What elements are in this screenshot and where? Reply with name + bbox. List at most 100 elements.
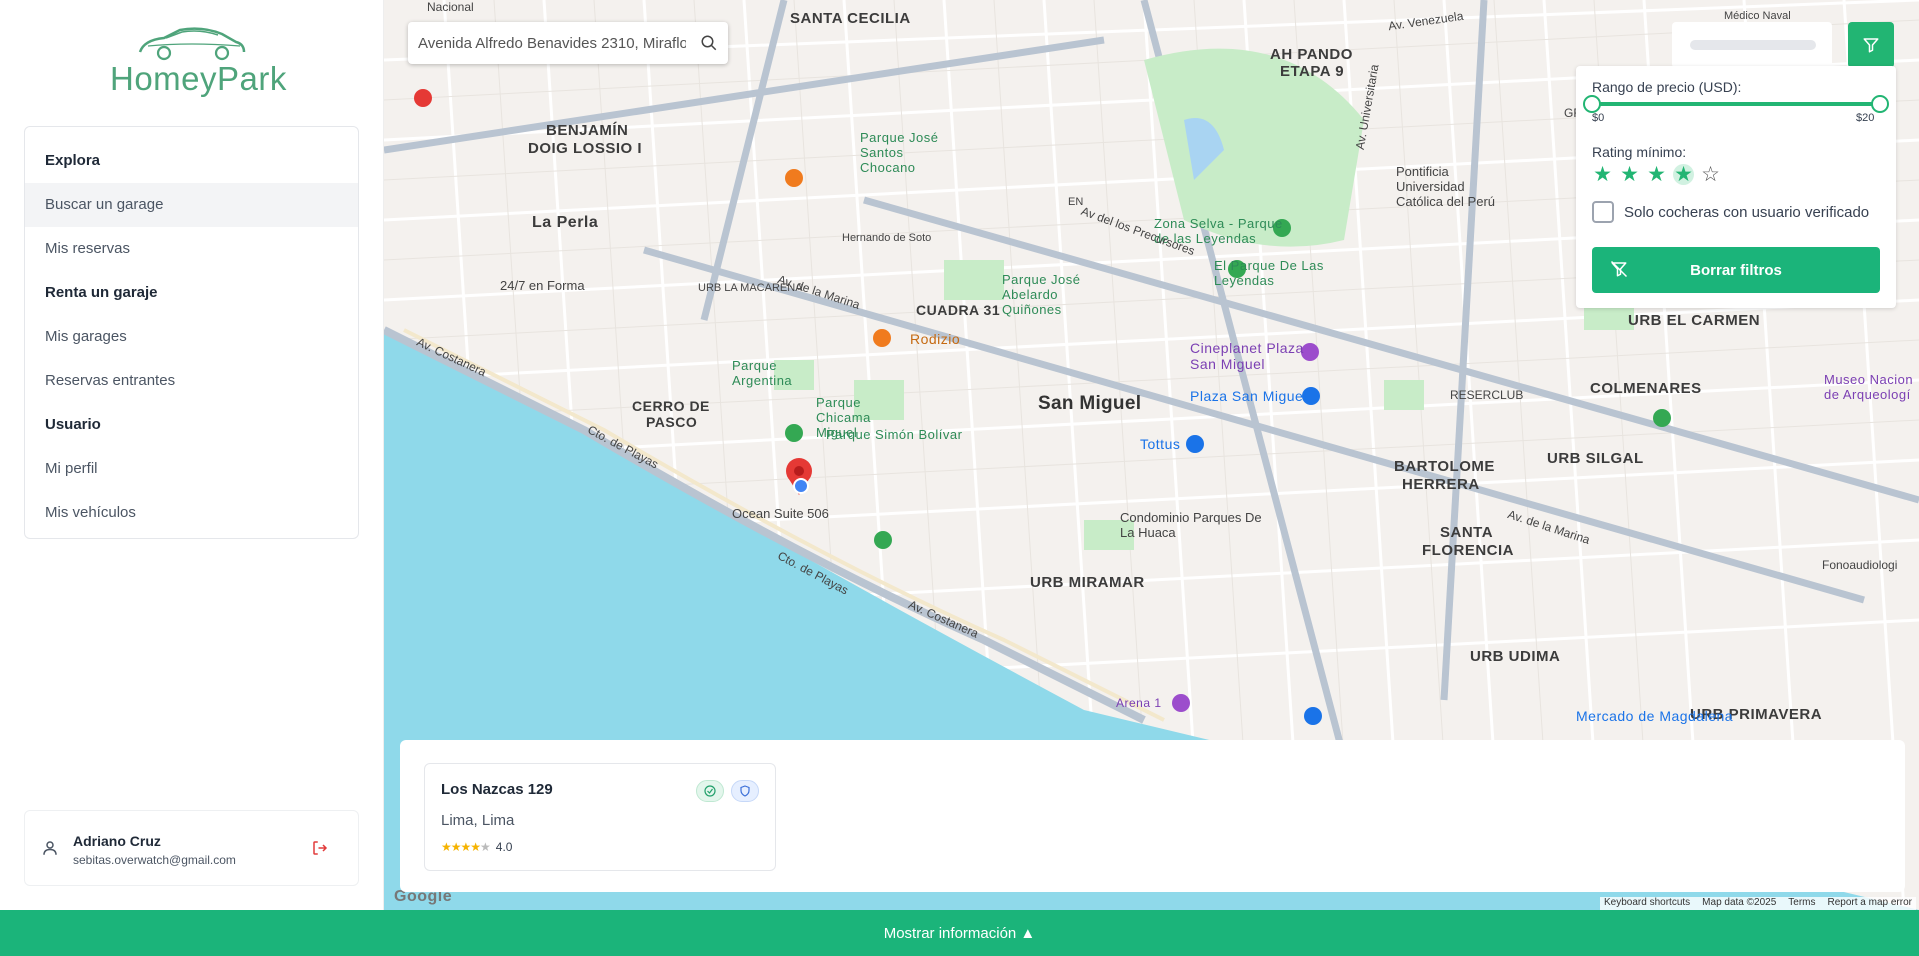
map-label-san-miguel: San Miguel [1038, 393, 1142, 414]
map-label-santa-cecilia: SANTA CECILIA [790, 10, 911, 27]
clear-filters-button[interactable]: Borrar filtros [1592, 247, 1880, 293]
sidebar-item-reservas-entrantes[interactable]: Reservas entrantes [25, 359, 358, 403]
star-1-icon[interactable]: ★ [1592, 164, 1613, 185]
user-name: Adriano Cruz [73, 833, 161, 849]
shield-icon [740, 785, 750, 797]
garage-card[interactable]: Los Nazcas 129 Lima, Lima ★★★★★ 4.0 [424, 763, 776, 871]
brand-logo[interactable]: HomeyPark [110, 22, 287, 112]
map-label-cuadra: CUADRA 31 [916, 302, 1001, 318]
map-data-text: Map data ©2025 [1702, 897, 1777, 908]
price-max-value: $20 [1856, 112, 1875, 124]
security-badge [731, 780, 759, 802]
filter-icon [1863, 38, 1879, 53]
map-label-ocean-suite: Ocean Suite 506 [732, 506, 829, 521]
brand-name: HomeyPark [110, 60, 287, 97]
sidebar-item-mis-reservas[interactable]: Mis reservas [25, 227, 358, 271]
filter-off-icon [1610, 260, 1628, 278]
garage-rating: ★★★★★ 4.0 [441, 840, 512, 854]
verified-filter: Solo cocheras con usuario verificado [1592, 200, 1869, 224]
rating-stars: ★ ★ ★ ★ ☆ [1592, 164, 1721, 185]
map-label-bartolome: BARTOLOME [1394, 458, 1495, 475]
app-root: HomeyPark Explora Buscar un garage Mis r… [0, 0, 1919, 956]
sidebar-item-mi-perfil[interactable]: Mi perfil [25, 447, 358, 491]
map-label-colmenares: COLMENARES [1590, 380, 1702, 397]
sidebar-nav: Explora Buscar un garage Mis reservas Re… [24, 126, 359, 539]
map-label-plaza-san-miguel: Plaza San Miguel [1190, 388, 1307, 404]
map-label-pucp: Pontificia Universidad Católica del Perú [1396, 164, 1495, 209]
nav-section-usuario: Usuario [45, 416, 101, 433]
filter-toggle-button[interactable] [1848, 22, 1894, 68]
search-input[interactable] [418, 33, 686, 53]
show-info-bar[interactable]: Mostrar información ▲ [0, 910, 1919, 956]
map-label-rodizio: Rodizio [910, 331, 961, 347]
report-error-link[interactable]: Report a map error [1828, 897, 1912, 910]
garage-location: Lima, Lima [441, 812, 515, 829]
nav-section-explora: Explora [45, 152, 101, 169]
map-label-fono: Fonoaudiologi [1822, 558, 1898, 572]
map-label-urb-miramar: URB MIRAMAR [1030, 574, 1145, 591]
map-label-hernando: Hernando de Soto [842, 232, 932, 244]
verified-label: Solo cocheras con usuario verificado [1624, 203, 1870, 221]
filter-panel: Rango de precio (USD): $0 $20 Rating mín… [1576, 66, 1896, 308]
map-label-parque-chicama: Parque Chicama Miguel [816, 395, 871, 440]
map-label-247: 24/7 en Forma [500, 278, 585, 293]
price-range-label: Rango de precio (USD): [1592, 79, 1742, 95]
logout-icon[interactable] [311, 839, 329, 857]
sidebar-item-mis-garages[interactable]: Mis garages [25, 315, 358, 359]
map-attribution: Keyboard shortcuts Map data ©2025 Terms … [1600, 897, 1916, 910]
keyboard-shortcuts-link[interactable]: Keyboard shortcuts [1604, 897, 1690, 910]
map-label-parque-abelardo: Parque José Abelardo Quiñones [1002, 272, 1081, 317]
verified-checkbox[interactable] [1592, 201, 1614, 223]
rating-label: Rating mínimo: [1592, 144, 1687, 160]
map-label-medico-naval: Médico Naval [1724, 10, 1791, 22]
map-label-urb-silgal: URB SILGAL [1547, 450, 1644, 467]
map-label-santa: SANTA [1440, 524, 1494, 541]
map-label-doig: DOIG LOSSIO I [528, 140, 643, 157]
star-4-icon[interactable]: ★ [1673, 164, 1694, 185]
map-label-pasco: PASCO [646, 414, 698, 430]
address-search [408, 22, 728, 64]
map-label-museo: Museo Nacion de Arqueologí [1824, 372, 1914, 402]
map-label-cineplanet: Cineplanet Plaza San Miguel [1190, 340, 1304, 372]
garage-title: Los Nazcas 129 [441, 781, 553, 798]
filter-pill-bar [1690, 40, 1816, 50]
show-info-label: Mostrar información ▲ [883, 924, 1036, 942]
map-label-urb-carmen: URB EL CARMEN [1628, 312, 1761, 329]
map-label-mercado: Mercado de Magdalena [1576, 708, 1734, 724]
map-label-herrera: HERRERA [1402, 476, 1480, 493]
map-label-florencia: FLORENCIA [1422, 542, 1514, 559]
clear-filters-label: Borrar filtros [1690, 261, 1782, 279]
map-label-parque-argentina: Parque Argentina [732, 358, 793, 388]
map-label-condominio: Condominio Parques De La Huaca [1120, 510, 1262, 540]
map-label-reserclub: RESERCLUB [1450, 388, 1524, 402]
sidebar-item-mis-vehiculos[interactable]: Mis vehículos [25, 491, 358, 535]
nav-section-renta: Renta un garaje [45, 284, 158, 301]
user-card: Adriano Cruz sebitas.overwatch@gmail.com [24, 810, 359, 886]
map-label-la-perla: La Perla [532, 214, 599, 231]
map-label-parque-leyendas: El Parque De Las Leyendas [1214, 258, 1324, 288]
price-slider-min-handle[interactable] [1583, 95, 1601, 113]
map-label-arena: Arena 1 [1116, 696, 1162, 710]
map-label-ah-pando: AH PANDO [1270, 46, 1353, 63]
rating-stars-icon: ★★★★★ [441, 840, 491, 854]
star-2-icon[interactable]: ★ [1619, 164, 1640, 185]
check-circle-icon [704, 785, 716, 797]
sidebar-item-buscar-garage[interactable]: Buscar un garage [25, 183, 358, 227]
terms-link[interactable]: Terms [1788, 897, 1815, 910]
price-min-value: $0 [1592, 112, 1605, 124]
filter-pill [1672, 22, 1832, 68]
sidebar: HomeyPark Explora Buscar un garage Mis r… [0, 0, 384, 910]
price-slider-max-handle[interactable] [1871, 95, 1889, 113]
star-5-icon[interactable]: ☆ [1700, 164, 1721, 185]
map-label-tottus: Tottus [1140, 436, 1181, 452]
search-icon[interactable] [700, 34, 718, 52]
user-email: sebitas.overwatch@gmail.com [73, 853, 236, 867]
verified-badge [696, 780, 724, 802]
map-label-benjamin: BENJAMÍN [546, 122, 629, 139]
map-label-nacional: Nacional [427, 0, 474, 14]
star-3-icon[interactable]: ★ [1646, 164, 1667, 185]
map-label-parque-santos: Parque José Santos Chocano [860, 130, 939, 175]
map-label-en: EN [1068, 196, 1084, 208]
price-slider-track[interactable] [1592, 102, 1880, 106]
garage-rating-value: 4.0 [495, 840, 513, 854]
